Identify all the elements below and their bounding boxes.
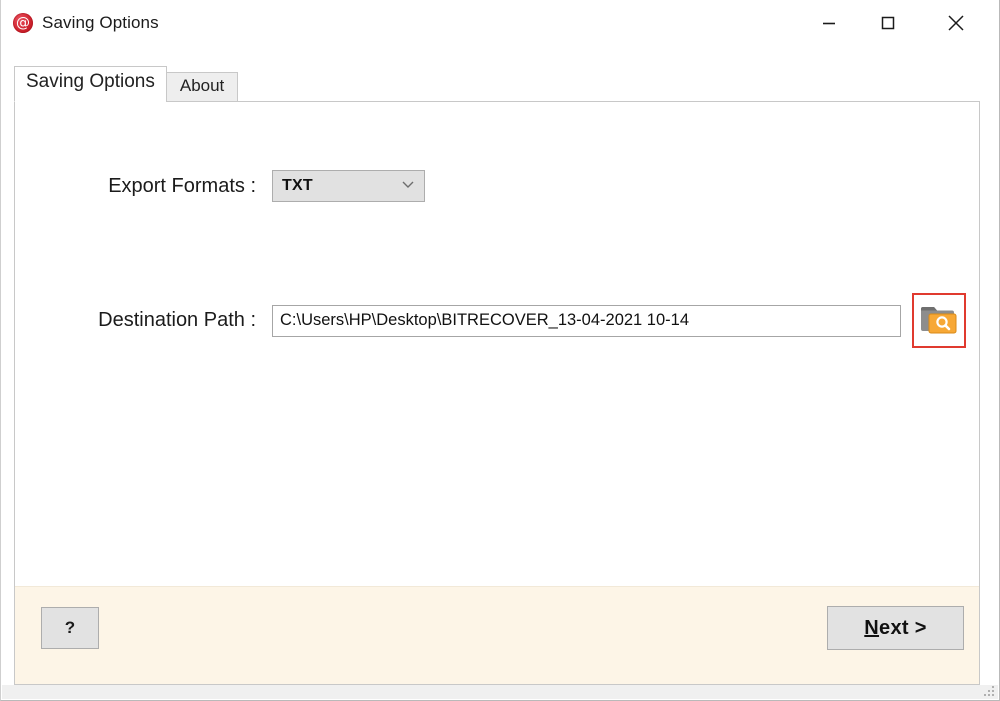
tab-about[interactable]: About [165,72,239,102]
window-title: Saving Options [42,13,159,32]
export-formats-label: Export Formats : [108,174,256,197]
export-formats-row: Export Formats : TXT [15,170,979,202]
status-bar [2,685,998,699]
resize-grip-icon[interactable] [982,684,994,696]
tab-saving-options-label: Saving Options [26,71,155,92]
maximize-button[interactable] [865,0,911,46]
at-sign-icon: @ [13,13,33,33]
tab-saving-options[interactable]: Saving Options [14,66,167,102]
folder-search-icon [920,302,958,339]
maximize-icon [879,14,897,32]
next-button-label: ext > [879,616,927,639]
tab-about-label: About [179,76,225,95]
close-icon [945,12,967,34]
next-button-mnemonic: N [864,616,880,639]
export-formats-select[interactable]: TXT [272,170,425,202]
window-controls [806,0,999,46]
saving-options-window: @ Saving Options Saving Options About Ex… [0,0,1000,701]
destination-path-input[interactable] [272,304,901,337]
minimize-button[interactable] [806,0,852,46]
tab-content-panel: Export Formats : TXT Destination Path : [14,101,980,685]
help-button[interactable]: ? [41,607,99,649]
next-button[interactable]: Next > [827,606,964,650]
footer-bar: ? Next > [15,586,979,684]
browse-folder-button[interactable] [912,293,966,348]
export-formats-value: TXT [282,177,313,194]
form-area: Export Formats : TXT Destination Path : [15,102,979,585]
chevron-down-icon [400,176,416,197]
minimize-icon [820,14,838,32]
destination-path-row: Destination Path : [15,293,979,348]
title-bar: @ Saving Options [1,0,999,46]
close-button[interactable] [933,0,979,46]
tab-bar: Saving Options About [14,66,239,102]
destination-path-label: Destination Path : [98,309,256,331]
